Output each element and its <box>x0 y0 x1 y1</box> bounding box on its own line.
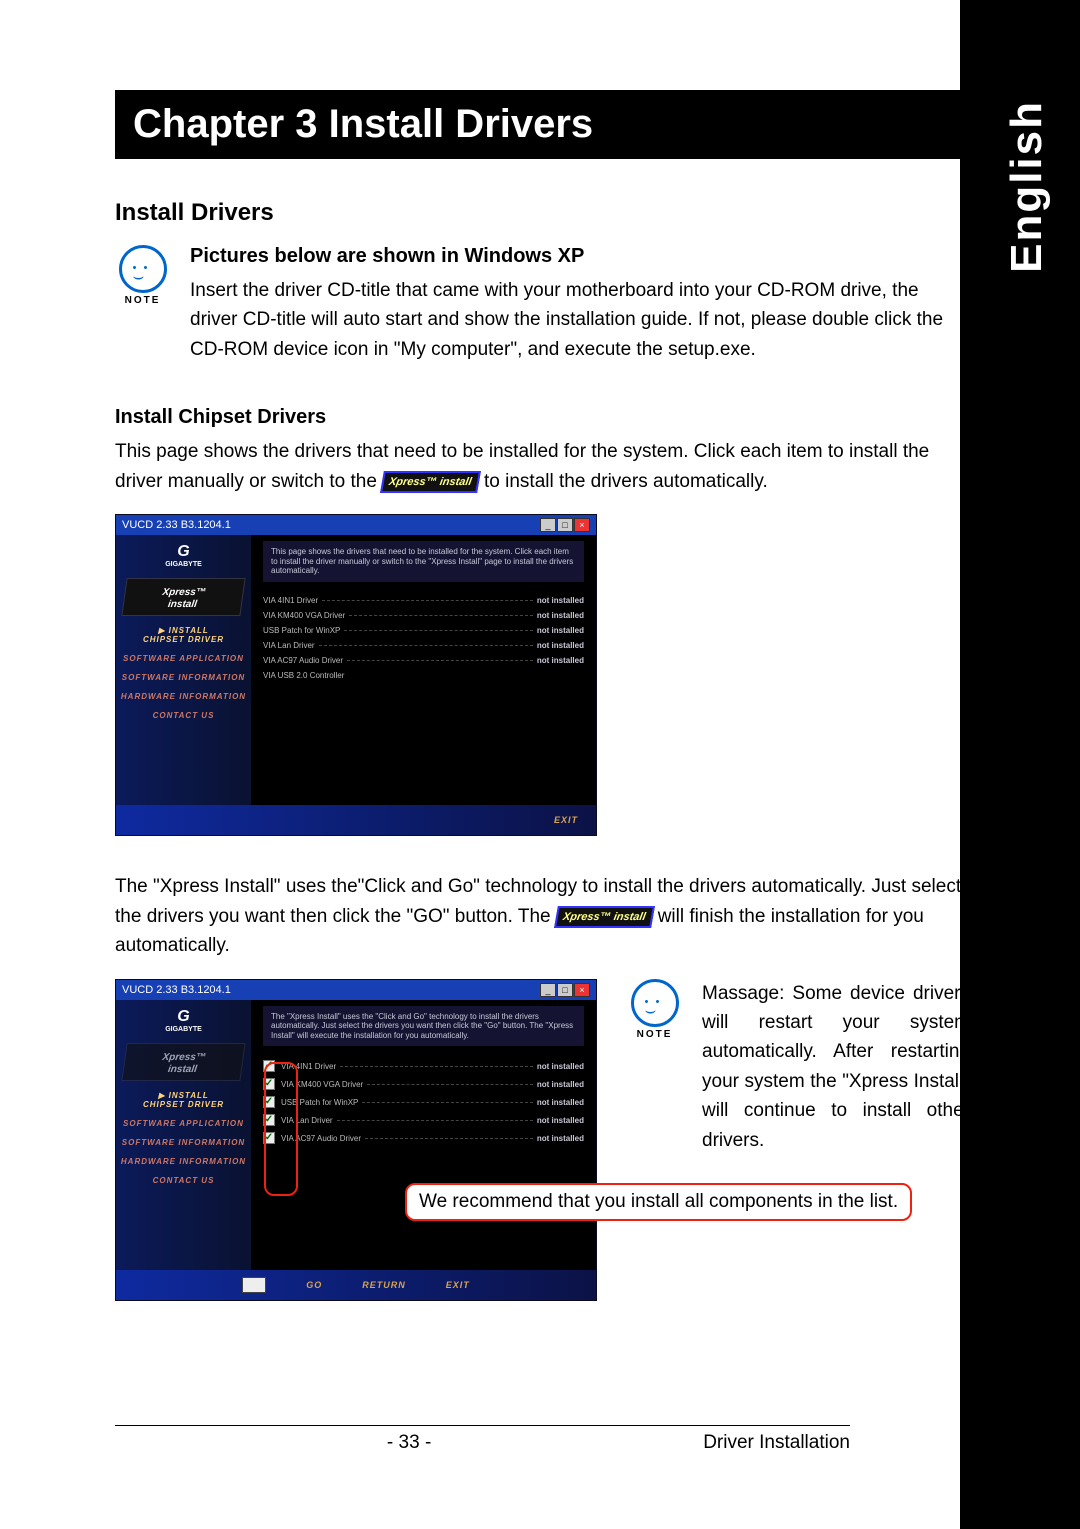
nav-hardware-info[interactable]: HARDWARE INFORMATION <box>116 1157 251 1166</box>
driver-row: VIA Lan Drivernot installed <box>263 641 584 650</box>
window-title: VUCD 2.33 B3.1204.1 <box>122 519 231 531</box>
window-titlebar: VUCD 2.33 B3.1204.1 _□× <box>116 515 596 535</box>
note-label: NOTE <box>627 1029 682 1040</box>
content-description: The "Xpress Install" uses the "Click and… <box>263 1006 584 1047</box>
go-button[interactable]: GO <box>306 1280 322 1290</box>
driver-row: USB Patch for WinXPnot installed <box>263 626 584 635</box>
maximize-icon[interactable]: □ <box>557 518 573 532</box>
driver-row: VIA AC97 Audio Drivernot installed <box>263 656 584 665</box>
nav-install[interactable]: ▶ INSTALLCHIPSET DRIVER <box>116 626 251 644</box>
nav-install[interactable]: ▶ INSTALLCHIPSET DRIVER <box>116 1091 251 1109</box>
exit-button[interactable]: EXIT <box>554 815 578 825</box>
driver-row: ✓VIA 4IN1 Drivernot installed <box>263 1060 584 1072</box>
window-titlebar: VUCD 2.33 B3.1204.1 _□× <box>116 980 596 1000</box>
nav-hardware-info[interactable]: HARDWARE INFORMATION <box>116 692 251 701</box>
driver-row: ✓USB Patch for WinXPnot installed <box>263 1096 584 1108</box>
page-number: - 33 - <box>387 1432 431 1454</box>
notice-body: Insert the driver CD-title that came wit… <box>190 276 970 364</box>
nav-contact[interactable]: CONTACT US <box>116 1176 251 1185</box>
footer-section-label: Driver Installation <box>703 1432 850 1454</box>
brand-logo: GGIGABYTE <box>116 543 251 568</box>
para-a-part2: to install the drivers automatically. <box>484 471 768 492</box>
note-icon: NOTE <box>115 245 170 306</box>
return-button[interactable]: RETURN <box>362 1280 406 1290</box>
close-icon[interactable]: × <box>574 518 590 532</box>
driver-row: VIA USB 2.0 Controller <box>263 671 584 680</box>
xpress-install-icon: Xpress™ install <box>554 906 654 928</box>
window-title: VUCD 2.33 B3.1204.1 <box>122 984 231 996</box>
driver-row: ✓VIA Lan Drivernot installed <box>263 1114 584 1126</box>
installer-window-2: VUCD 2.33 B3.1204.1 _□× GGIGABYTE Xpress… <box>115 979 597 1301</box>
section-heading: Install Drivers <box>115 199 970 227</box>
exit-button[interactable]: EXIT <box>446 1280 470 1290</box>
nav-software-app[interactable]: SOFTWARE APPLICATION <box>116 1119 251 1128</box>
paragraph-b: The "Xpress Install" uses the"Click and … <box>115 872 970 960</box>
notice-heading: Pictures below are shown in Windows XP <box>190 245 970 268</box>
nav-software-app[interactable]: SOFTWARE APPLICATION <box>116 654 251 663</box>
maximize-icon[interactable]: □ <box>557 983 573 997</box>
note-icon: NOTE <box>627 979 682 1040</box>
driver-row: VIA KM400 VGA Drivernot installed <box>263 611 584 620</box>
nav-software-info[interactable]: SOFTWARE INFORMATION <box>116 1138 251 1147</box>
page-footer: - 33 - Driver Installation <box>115 1425 850 1454</box>
window-controls[interactable]: _□× <box>539 518 590 532</box>
nav-contact[interactable]: CONTACT US <box>116 711 251 720</box>
recommend-callout: We recommend that you install all compon… <box>405 1183 912 1221</box>
note-label: NOTE <box>115 295 170 306</box>
minimize-icon[interactable]: _ <box>540 983 556 997</box>
footer-icon <box>242 1277 266 1293</box>
driver-row: ✓VIA AC97 Audio Drivernot installed <box>263 1132 584 1144</box>
callout-highlight-box <box>264 1062 298 1196</box>
close-icon[interactable]: × <box>574 983 590 997</box>
nav-software-info[interactable]: SOFTWARE INFORMATION <box>116 673 251 682</box>
installer-window-1: VUCD 2.33 B3.1204.1 _□× GGIGABYTE Xpress… <box>115 514 597 836</box>
massage-note: Massage: Some device drivers will restar… <box>702 979 970 1156</box>
minimize-icon[interactable]: _ <box>540 518 556 532</box>
xpress-install-button[interactable]: Xpress™install <box>121 1043 245 1081</box>
brand-logo: GGIGABYTE <box>116 1008 251 1033</box>
paragraph-a: This page shows the drivers that need to… <box>115 437 970 496</box>
content-description: This page shows the drivers that need to… <box>263 541 584 582</box>
section2-heading: Install Chipset Drivers <box>115 406 970 429</box>
window-controls[interactable]: _□× <box>539 983 590 997</box>
driver-row: VIA 4IN1 Drivernot installed <box>263 596 584 605</box>
xpress-install-icon: Xpress™ install <box>380 471 480 493</box>
xpress-install-button[interactable]: Xpress™install <box>121 578 245 616</box>
driver-row: ✓VIA KM400 VGA Drivernot installed <box>263 1078 584 1090</box>
chapter-title: Chapter 3 Install Drivers <box>115 90 970 159</box>
